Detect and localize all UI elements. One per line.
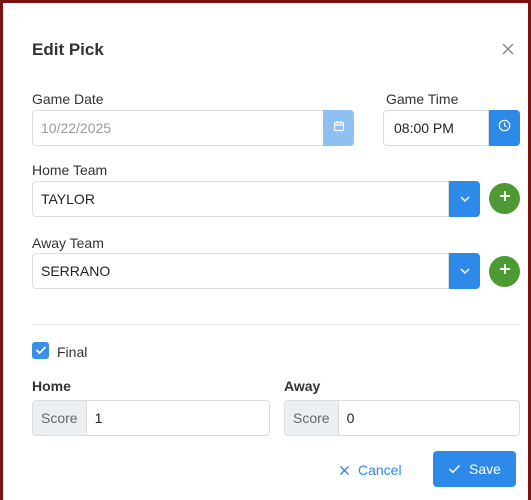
calendar-icon	[333, 119, 345, 137]
away-score-prefix: Score	[285, 401, 339, 435]
away-team-value: SERRANO	[41, 263, 111, 279]
home-score-value: 1	[94, 410, 103, 426]
away-score-value: 0	[346, 410, 355, 426]
home-score-prefix: Score	[33, 401, 87, 435]
add-away-team-button[interactable]	[489, 256, 520, 287]
away-team-label: Away Team	[32, 235, 104, 251]
home-score-label: Home	[32, 378, 71, 394]
save-button[interactable]: Save	[433, 451, 516, 487]
check-icon	[35, 342, 47, 360]
game-time-label: Game Time	[386, 91, 459, 107]
edit-pick-modal: Edit Pick Game Date 10/22/2025 Game Time…	[0, 0, 531, 500]
home-team-label: Home Team	[32, 162, 108, 178]
chevron-down-icon	[459, 190, 471, 208]
home-team-dropdown-button[interactable]	[449, 181, 480, 217]
time-picker-button[interactable]	[489, 110, 520, 146]
final-checkbox[interactable]	[32, 342, 49, 359]
away-team-select[interactable]: SERRANO	[32, 253, 449, 289]
away-score-label: Away	[284, 378, 321, 394]
close-icon	[339, 465, 350, 476]
check-icon	[448, 464, 461, 474]
home-score-input[interactable]: Score 1	[32, 400, 270, 436]
away-score-input[interactable]: Score 0	[284, 400, 520, 436]
modal-title: Edit Pick	[32, 40, 104, 59]
chevron-down-icon	[459, 262, 471, 280]
plus-icon	[498, 262, 512, 281]
home-team-select[interactable]: TAYLOR	[32, 181, 449, 217]
divider	[32, 324, 520, 325]
game-date-label: Game Date	[32, 91, 104, 107]
final-label: Final	[57, 344, 88, 360]
cancel-label: Cancel	[358, 462, 402, 478]
add-home-team-button[interactable]	[489, 183, 520, 214]
calendar-button	[323, 110, 354, 146]
plus-icon	[498, 189, 512, 208]
away-team-dropdown-button[interactable]	[449, 253, 480, 289]
game-time-value: 08:00 PM	[394, 120, 454, 136]
cancel-button[interactable]: Cancel	[339, 452, 402, 488]
game-time-input[interactable]: 08:00 PM	[383, 110, 489, 146]
game-date-value: 10/22/2025	[41, 120, 112, 136]
clock-icon	[498, 119, 511, 137]
save-label: Save	[469, 461, 501, 477]
game-date-input: 10/22/2025	[32, 110, 324, 146]
home-team-value: TAYLOR	[41, 191, 95, 207]
close-icon[interactable]	[497, 39, 519, 61]
